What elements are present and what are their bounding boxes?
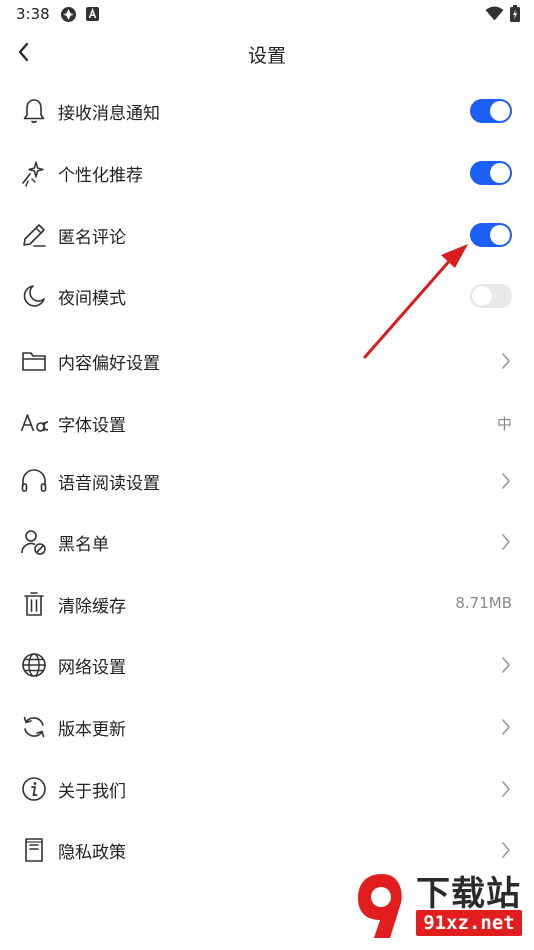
chevron-right-icon (496, 469, 516, 493)
setting-personalized-recommendations[interactable]: 个性化推荐 (0, 150, 534, 196)
chevron-right-icon (496, 715, 516, 739)
watermark-logo-icon (358, 874, 402, 938)
notifications-toggle[interactable] (470, 99, 512, 123)
setting-clear-cache[interactable]: 清除缓存 8.71MB (0, 581, 534, 627)
setting-label: 个性化推荐 (58, 166, 143, 186)
font-icon (20, 409, 48, 437)
chevron-right-icon (496, 530, 516, 554)
toggle-knob (490, 225, 510, 245)
watermark: 下载站 91xz.net (352, 864, 528, 946)
recommendations-toggle[interactable] (470, 161, 512, 185)
battery-icon (510, 5, 520, 26)
setting-label: 关于我们 (58, 782, 126, 802)
chevron-right-icon (496, 838, 516, 862)
font-size-value: 中 (496, 415, 512, 433)
app-notification-icon (60, 6, 77, 27)
info-icon (20, 775, 48, 803)
setting-label: 语音阅读设置 (58, 474, 160, 494)
status-time: 3:38 (16, 5, 50, 23)
setting-label: 匿名评论 (58, 228, 126, 248)
sparkle-icon (20, 159, 48, 187)
setting-network[interactable]: 网络设置 (0, 642, 534, 688)
chevron-right-icon (496, 349, 516, 373)
setting-version-update[interactable]: 版本更新 (0, 704, 534, 750)
folder-icon (20, 347, 48, 375)
pen-icon (20, 221, 48, 249)
wifi-icon (485, 6, 504, 25)
setting-label: 网络设置 (58, 658, 126, 678)
globe-icon (20, 651, 48, 679)
status-right-icons (485, 5, 520, 26)
setting-font[interactable]: 字体设置 中 (0, 400, 534, 446)
night-mode-toggle[interactable] (470, 284, 512, 308)
setting-voice-reading[interactable]: 语音阅读设置 (0, 458, 534, 504)
setting-label: 内容偏好设置 (58, 354, 160, 374)
setting-label: 接收消息通知 (58, 104, 160, 124)
toggle-knob (490, 101, 510, 121)
setting-label: 夜间模式 (58, 289, 126, 309)
toggle-knob (472, 286, 492, 306)
anonymous-comments-toggle[interactable] (470, 223, 512, 247)
header: 设置 (0, 28, 534, 78)
setting-label: 黑名单 (58, 535, 109, 555)
user-block-icon (20, 528, 48, 556)
page-title: 设置 (247, 45, 286, 67)
setting-notifications[interactable]: 接收消息通知 (0, 88, 534, 134)
headphones-icon (20, 467, 48, 495)
a-notification-icon (86, 6, 99, 25)
setting-blacklist[interactable]: 黑名单 (0, 519, 534, 565)
watermark-title: 下载站 (416, 874, 521, 914)
bell-icon (20, 97, 48, 125)
setting-content-preferences[interactable]: 内容偏好设置 (0, 338, 534, 384)
refresh-icon (20, 713, 48, 741)
cache-size-value: 8.71MB (455, 594, 512, 612)
setting-about-us[interactable]: 关于我们 (0, 766, 534, 812)
setting-label: 隐私政策 (58, 843, 126, 863)
setting-label: 版本更新 (58, 720, 126, 740)
chevron-right-icon (496, 653, 516, 677)
status-bar: 3:38 (0, 0, 534, 28)
setting-anonymous-comments[interactable]: 匿名评论 (0, 212, 534, 258)
chevron-right-icon (496, 777, 516, 801)
setting-night-mode[interactable]: 夜间模式 (0, 273, 534, 319)
moon-icon (20, 282, 48, 310)
setting-label: 清除缓存 (58, 597, 126, 617)
trash-icon (20, 590, 48, 618)
document-icon (20, 836, 48, 864)
setting-label: 字体设置 (58, 416, 126, 436)
watermark-domain: 91xz.net (416, 910, 522, 936)
toggle-knob (490, 163, 510, 183)
